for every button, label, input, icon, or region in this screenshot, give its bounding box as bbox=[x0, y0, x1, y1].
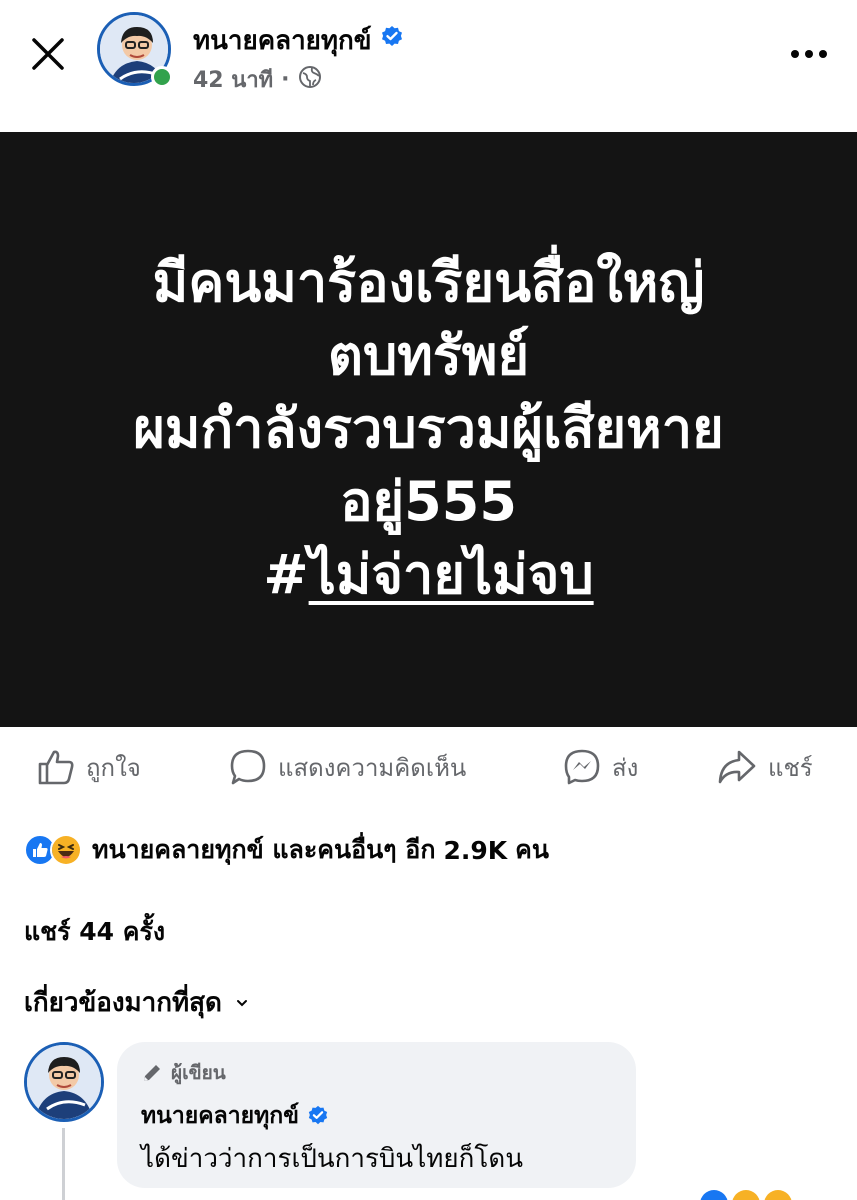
avatar-illustration bbox=[27, 1045, 101, 1119]
comment-thread-line bbox=[62, 1128, 65, 1200]
page-name[interactable]: ทนายคลายทุกข์ bbox=[193, 20, 372, 61]
hashtag-symbol: # bbox=[263, 542, 309, 606]
share-count[interactable]: แชร์ 44 ครั้ง bbox=[24, 912, 165, 952]
share-button[interactable]: แชร์ bbox=[716, 747, 813, 787]
sort-label: เกี่ยวข้องมากที่สุด bbox=[24, 988, 222, 1018]
post-text-line-4: อยู่555 bbox=[340, 469, 517, 533]
messenger-icon bbox=[564, 749, 600, 785]
send-button[interactable]: ส่ง bbox=[562, 747, 638, 787]
reactions-unit: คน bbox=[515, 835, 549, 864]
comment-author[interactable]: ทนายคลายทุกข์ bbox=[141, 1098, 299, 1134]
comment-button[interactable]: แสดงความคิดเห็น bbox=[228, 747, 466, 787]
hashtag[interactable]: #ไม่จ่ายไม่จบ bbox=[263, 539, 593, 612]
close-icon[interactable] bbox=[28, 34, 68, 74]
hashtag-text[interactable]: ไม่จ่ายไม่จบ bbox=[309, 543, 594, 606]
thumbs-up-icon bbox=[38, 750, 74, 785]
post-image[interactable]: มีคนมาร้องเรียนสื่อใหญ่ ตบทรัพย์ ผมกำลัง… bbox=[0, 132, 857, 727]
comment-bubble[interactable]: ผู้เขียน ทนายคลายทุกข์ ได้ข่าวว่าการเป็น… bbox=[117, 1042, 636, 1188]
shares-label: แชร์ bbox=[24, 917, 71, 946]
comment-author-row[interactable]: ทนายคลายทุกข์ bbox=[141, 1098, 612, 1134]
send-label: ส่ง bbox=[612, 753, 639, 782]
reactions-names: ทนายคลายทุกข์ และคนอื่นๆ อีก bbox=[92, 835, 436, 864]
post-meta: 42 นาที · bbox=[193, 62, 322, 97]
pencil-icon bbox=[144, 1065, 160, 1081]
shares-count: 44 bbox=[79, 917, 115, 946]
share-label: แชร์ bbox=[768, 753, 813, 782]
author-badge: ผู้เขียน bbox=[141, 1058, 612, 1088]
chevron-down-icon bbox=[236, 999, 247, 1006]
reaction-icons bbox=[24, 834, 82, 866]
commenter-avatar[interactable] bbox=[24, 1042, 104, 1122]
meta-separator: · bbox=[281, 67, 290, 92]
comment-bubble-icon bbox=[230, 749, 266, 785]
haha-reaction-icon bbox=[50, 834, 82, 866]
comment-reactions-partial bbox=[700, 1190, 792, 1200]
like-reaction-icon bbox=[700, 1190, 728, 1200]
verified-badge-icon bbox=[380, 25, 404, 56]
reactions-count: 2.9K bbox=[443, 835, 508, 865]
post-action-bar: ถูกใจ แสดงความคิดเห็น ส่ง แชร์ bbox=[0, 727, 857, 809]
comment-label: แสดงความคิดเห็น bbox=[278, 753, 467, 782]
shares-unit: ครั้ง bbox=[122, 917, 166, 946]
like-label: ถูกใจ bbox=[86, 753, 141, 782]
reactions-summary[interactable]: ทนายคลายทุกข์ และคนอื่นๆ อีก 2.9K คน bbox=[24, 830, 549, 870]
share-arrow-icon bbox=[718, 750, 756, 784]
online-status-dot bbox=[151, 66, 173, 88]
post-text-line-1: มีคนมาร้องเรียนสื่อใหญ่ bbox=[152, 251, 705, 315]
page-avatar[interactable] bbox=[97, 12, 175, 90]
like-button[interactable]: ถูกใจ bbox=[36, 747, 141, 787]
post-text-line-2: ตบทรัพย์ bbox=[327, 324, 530, 388]
post-header: ทนายคลายทุกข์ 42 นาที · bbox=[0, 0, 857, 132]
wow-reaction-icon bbox=[764, 1190, 792, 1200]
more-options-icon[interactable] bbox=[789, 44, 829, 64]
globe-icon[interactable] bbox=[298, 65, 322, 95]
post-time[interactable]: 42 นาที bbox=[193, 62, 273, 97]
page-name-row[interactable]: ทนายคลายทุกข์ bbox=[193, 20, 404, 61]
post-text-line-3: ผมกำลังรวบรวมผู้เสียหาย bbox=[133, 397, 724, 461]
comment-sort-dropdown[interactable]: เกี่ยวข้องมากที่สุด bbox=[24, 982, 250, 1023]
verified-badge-icon bbox=[308, 1105, 328, 1125]
author-badge-label: ผู้เขียน bbox=[171, 1062, 226, 1084]
haha-reaction-icon bbox=[732, 1190, 760, 1200]
comment-text: ได้ข่าวว่าการเป็นการบินไทยก็โดน bbox=[141, 1144, 524, 1174]
